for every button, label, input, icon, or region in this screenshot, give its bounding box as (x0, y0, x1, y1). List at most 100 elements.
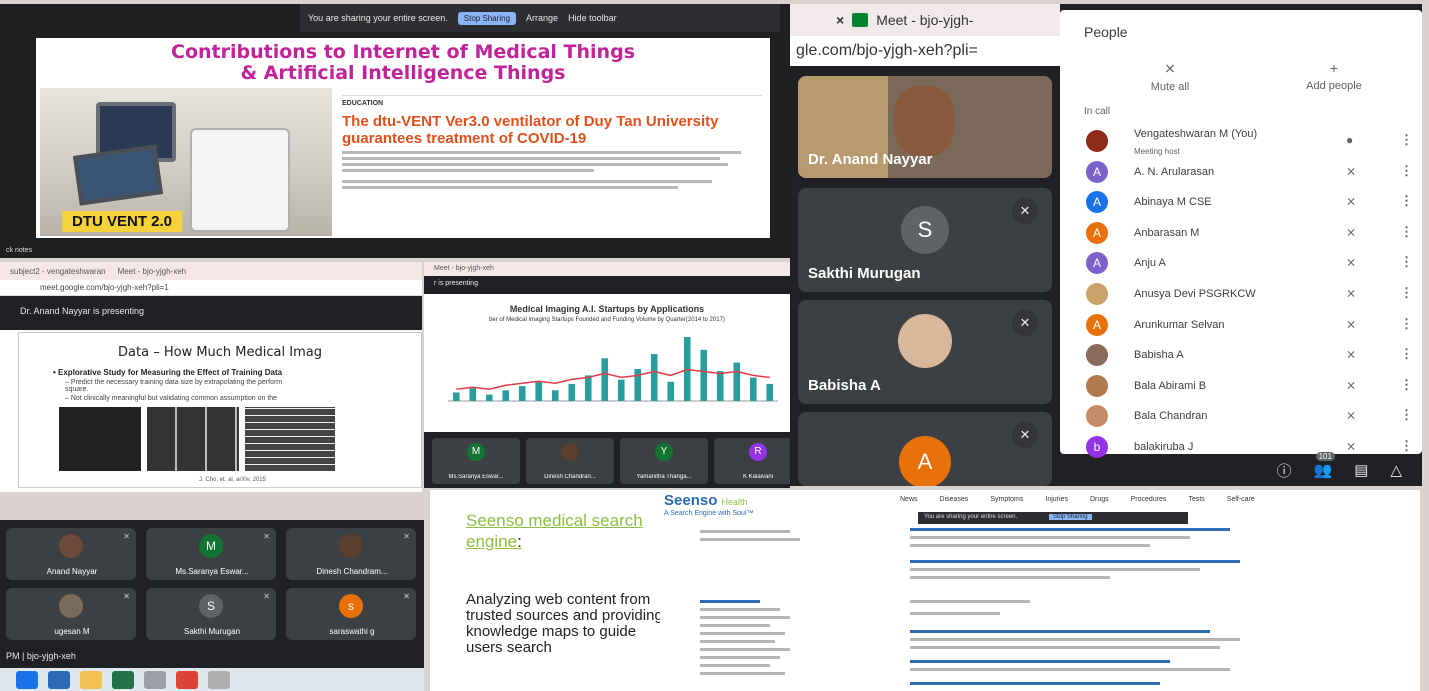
hide-toolbar-button[interactable]: Hide toolbar (568, 13, 617, 23)
search-result-line[interactable] (910, 528, 1230, 531)
participant-row[interactable]: Anusya Devi PSGRKCW ⨯ ⋮ (1060, 279, 1422, 309)
mic-off-icon[interactable]: ⨯ (1346, 164, 1356, 178)
participant-row[interactable]: A Abinaya M CSE ⨯ ⋮ (1060, 187, 1422, 217)
close-tab-icon[interactable]: × (836, 12, 844, 28)
participant-tile[interactable]: ✕ A (798, 412, 1052, 486)
ct-slices-image (147, 407, 239, 471)
add-people-button[interactable]: + Add people (1284, 60, 1384, 92)
seenso-menu-item[interactable]: News (900, 496, 918, 503)
more-options-icon[interactable]: ⋮ (1400, 285, 1413, 301)
excel-taskbar-icon[interactable] (112, 670, 134, 689)
participant-row[interactable]: A Anbarasan M ⨯ ⋮ (1060, 218, 1422, 248)
participant-thumbnail[interactable]: Dinesh Chandran... (526, 438, 614, 484)
ie-taskbar-icon[interactable] (48, 670, 70, 689)
screen-share-bar: You are sharing your entire screen. Stop… (300, 4, 780, 32)
more-options-icon[interactable]: ⋮ (1400, 193, 1413, 209)
stop-sharing-button[interactable]: Stop Sharing (1048, 514, 1092, 520)
participant-tile[interactable]: ✕ S Sakthi Murugan (146, 588, 276, 640)
participant-avatar: M (467, 443, 485, 461)
participant-tile[interactable]: ✕ ugesan M (6, 588, 136, 640)
chart-bar (469, 388, 477, 401)
participant-tile[interactable]: ✕ M Ms.Saranya Eswar... (146, 528, 276, 580)
info-icon[interactable]: ⓘ (1277, 460, 1292, 481)
participant-tile[interactable]: ✕ Anand Nayyar (6, 528, 136, 580)
participant-name: Abinaya M CSE (1134, 196, 1212, 209)
mic-off-icon[interactable]: ⨯ (1346, 317, 1356, 331)
more-options-icon[interactable]: ⋮ (1400, 438, 1413, 454)
search-result-line[interactable] (910, 660, 1170, 663)
participant-row[interactable]: Vengateshwaran M (You) Meeting host ● ⋮ (1060, 126, 1422, 156)
participant-tile[interactable]: Dr. Anand Nayyar (798, 76, 1052, 178)
seenso-menu-item[interactable]: Procedures (1131, 496, 1167, 503)
participant-tile[interactable]: ✕ s saraswathi g (286, 588, 416, 640)
participant-thumbnail[interactable]: M Ms.Saranya Eswar... (432, 438, 520, 484)
chrome2-taskbar-icon[interactable] (176, 670, 198, 689)
more-options-icon[interactable]: ⋮ (1400, 163, 1413, 179)
seenso-menu-item[interactable]: Diseases (940, 496, 969, 503)
participant-name: Sakthi Murugan (808, 265, 921, 282)
mute-all-button[interactable]: ⨯ Mute all (1120, 60, 1220, 93)
mic-off-icon[interactable]: ⨯ (1346, 225, 1356, 239)
participant-thumbnail[interactable]: Y Yamanitha Thanga... (620, 438, 708, 484)
more-options-icon[interactable]: ⋮ (1400, 254, 1413, 270)
people-icon[interactable]: 👥 101 (1314, 452, 1335, 479)
participant-row[interactable]: A A. N. Arularasan ⨯ ⋮ (1060, 157, 1422, 187)
arrange-button[interactable]: Arrange (526, 13, 558, 23)
mic-off-icon[interactable]: ⨯ (1346, 378, 1356, 392)
mic-off-icon[interactable]: ⨯ (1346, 194, 1356, 208)
seenso-menu-item[interactable]: Tests (1188, 496, 1204, 503)
participant-thumbnail[interactable]: R K Kalaivani (714, 438, 790, 484)
meeting-code-bar: PM | bjo-yjgh-xeh (6, 651, 76, 661)
participant-row[interactable]: A Arunkumar Selvan ⨯ ⋮ (1060, 310, 1422, 340)
browser-tab-title[interactable]: Meet - bjo-yjgh- (876, 12, 973, 28)
slide-title: Contributions to Internet of Medical Thi… (36, 42, 770, 84)
seenso-menu-item[interactable]: Injuries (1045, 496, 1068, 503)
participant-tile[interactable]: ✕ Babisha A (798, 300, 1052, 404)
activities-icon[interactable]: △ (1390, 461, 1402, 479)
mic-off-icon[interactable]: ⨯ (1346, 255, 1356, 269)
address-bar[interactable]: meet.google.com/bjo-yjgh-xeh?pli=1 (0, 280, 422, 296)
mic-on-icon[interactable]: ● (1346, 133, 1353, 147)
seenso-menu-item[interactable]: Self-care (1227, 496, 1255, 503)
participant-tile[interactable]: ✕ Dinesh Chandram... (286, 528, 416, 580)
participant-row[interactable]: Bala Abirami B ⨯ ⋮ (1060, 371, 1422, 401)
mic-off-icon[interactable]: ⨯ (1346, 347, 1356, 361)
search-result-line[interactable] (910, 682, 1160, 685)
seenso-logo[interactable]: Seenso Health (664, 492, 748, 509)
address-bar[interactable]: gle.com/bjo-yjgh-xeh?pli= (790, 36, 1060, 66)
participant-tile[interactable]: ✕ S Sakthi Murugan (798, 188, 1052, 292)
search-result-line[interactable] (700, 600, 760, 603)
scan-grid-image (245, 407, 335, 471)
browser-tab[interactable]: subject2 - vengateshwaran (10, 267, 106, 276)
browser-tab[interactable]: Meet - bjo-yjgh-xeh (424, 262, 790, 276)
search-result-line[interactable] (910, 560, 1240, 563)
more-options-icon[interactable]: ⋮ (1400, 224, 1413, 240)
stop-sharing-button[interactable]: Stop Sharing (457, 11, 517, 25)
browser-tab[interactable]: Meet - bjo-yjgh-xeh (118, 267, 186, 276)
mic-off-icon[interactable]: ⨯ (1346, 439, 1356, 453)
data-slide-bullet: • Explorative Study for Measuring the Ef… (53, 368, 283, 377)
more-options-icon[interactable]: ⋮ (1400, 316, 1413, 332)
seenso-logo-text: Seenso (664, 492, 718, 509)
search-result-line[interactable] (910, 630, 1210, 633)
more-options-icon[interactable]: ⋮ (1400, 346, 1413, 362)
participant-name: Dinesh Chandran... (544, 474, 596, 480)
chrome-taskbar-icon[interactable] (16, 670, 38, 689)
mic-off-icon: ✕ (1012, 198, 1038, 224)
folder-taskbar-icon[interactable] (80, 670, 102, 689)
participant-row[interactable]: Babisha A ⨯ ⋮ (1060, 340, 1422, 370)
participant-row[interactable]: Bala Chandran ⨯ ⋮ (1060, 401, 1422, 431)
app-taskbar-icon[interactable] (144, 670, 166, 689)
more-options-icon[interactable]: ⋮ (1400, 377, 1413, 393)
more-options-icon[interactable]: ⋮ (1400, 407, 1413, 423)
chat-icon[interactable]: ▤ (1354, 461, 1368, 479)
more-options-icon[interactable]: ⋮ (1400, 132, 1413, 148)
app2-taskbar-icon[interactable] (208, 670, 230, 689)
mic-off-icon[interactable]: ⨯ (1346, 408, 1356, 422)
seenso-menu-item[interactable]: Symptoms (990, 496, 1023, 503)
participant-row[interactable]: A Anju A ⨯ ⋮ (1060, 248, 1422, 278)
slide-title-line-2: & Artificial Intelligence Things (240, 62, 566, 84)
mic-off-icon[interactable]: ⨯ (1346, 286, 1356, 300)
seenso-menu-item[interactable]: Drugs (1090, 496, 1109, 503)
participant-name: Vengateshwaran M (You) (1134, 128, 1258, 140)
